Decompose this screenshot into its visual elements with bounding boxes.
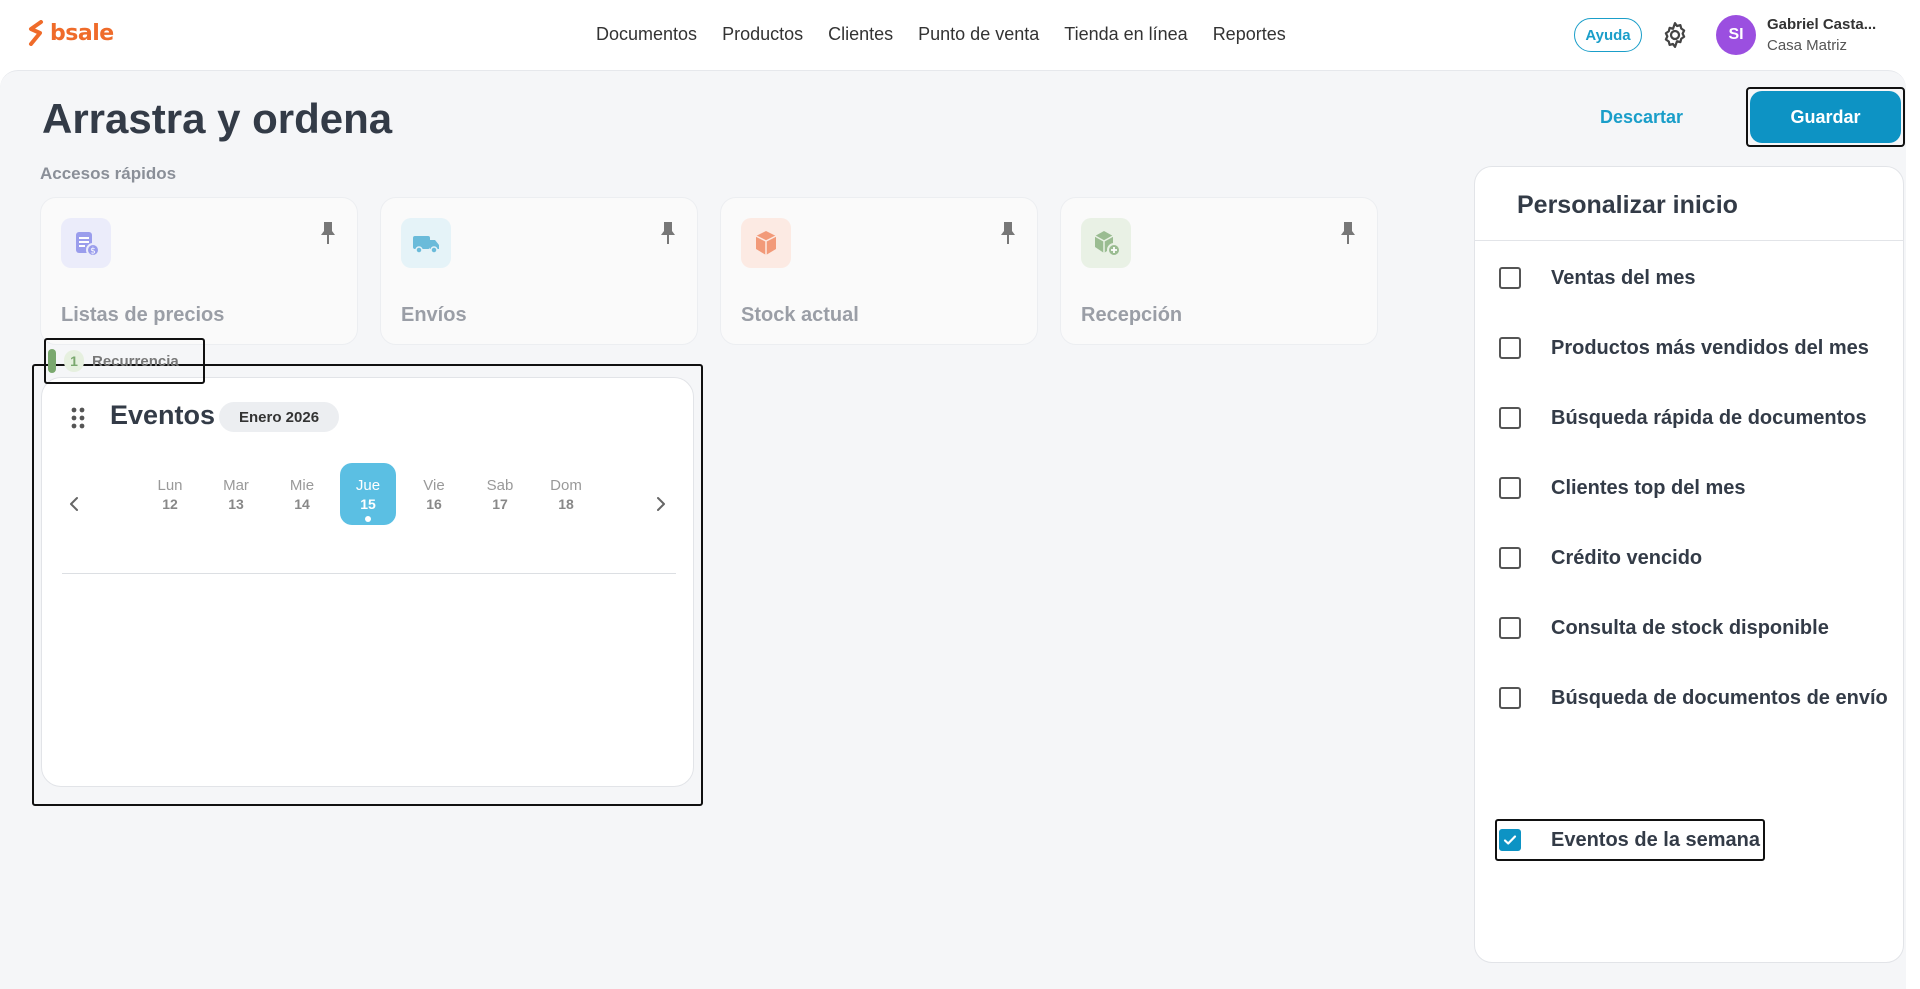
check-icon [1503,835,1517,845]
day-dom[interactable]: Dom 18 [538,463,594,525]
events-widget[interactable]: Eventos Enero 2026 Lun 12 Mar 13 Mie 14 … [41,377,694,787]
brand-name: bsale [50,20,114,46]
top-navigation-bar: bsale Documentos Productos Clientes Punt… [0,0,1920,70]
main-content: Arrastra y ordena Descartar Guardar Acce… [0,70,1906,989]
option-eventos-de-la-semana[interactable]: Eventos de la semana [1499,825,1760,855]
box-icon [741,218,791,268]
day-name: Dom [550,477,582,494]
panel-divider [1475,240,1903,241]
quick-access-label-price-lists: Listas de precios [61,304,225,326]
box-add-icon [1081,218,1131,268]
day-name: Vie [423,477,445,494]
checkbox[interactable] [1499,337,1521,359]
day-number: 14 [294,496,310,512]
nav-item-documentos[interactable]: Documentos [596,24,697,45]
quick-access-card-price-lists[interactable]: $ Listas de precios [40,197,358,345]
quick-access-card-reception[interactable]: Recepción [1060,197,1378,345]
events-title: Eventos [110,400,216,430]
checkbox[interactable] [1499,267,1521,289]
nav-item-clientes[interactable]: Clientes [828,24,893,45]
bsale-logo-icon [29,20,43,46]
option-label: Consulta de stock disponible [1551,616,1829,639]
day-number: 17 [492,496,508,512]
price-list-icon: $ [61,218,111,268]
event-count-badge: 1 [64,350,84,372]
event-name: Recurrencia [92,352,179,370]
month-badge: Enero 2026 [219,402,340,432]
nav-item-tienda-en-linea[interactable]: Tienda en línea [1064,24,1187,45]
pin-icon[interactable] [999,220,1017,246]
event-color-bar [48,349,56,373]
day-jue-selected[interactable]: Jue 15 [340,463,396,525]
main-nav: Documentos Productos Clientes Punto de v… [596,24,1286,45]
user-branch: Casa Matriz [1767,37,1848,54]
customize-home-panel: Personalizar inicio Ventas del mes Produ… [1474,166,1904,963]
panel-title: Personalizar inicio [1517,191,1738,219]
quick-access-card-current-stock[interactable]: Stock actual [720,197,1038,345]
day-number: 12 [162,496,178,512]
quick-access-label-reception: Recepción [1081,304,1183,326]
option-label: Eventos de la semana [1551,828,1760,851]
option-busqueda-documentos-envio[interactable]: Búsqueda de documentos de envío [1499,683,1888,713]
option-label: Ventas del mes [1551,266,1696,289]
avatar[interactable]: SI [1716,15,1756,55]
checkbox[interactable] [1499,407,1521,429]
pin-icon[interactable] [1339,220,1357,246]
truck-icon [401,218,451,268]
event-item-recurrencia[interactable]: 1 Recurrencia [48,342,179,380]
svg-text:$: $ [90,247,96,257]
day-mie[interactable]: Mie 14 [274,463,330,525]
nav-item-reportes[interactable]: Reportes [1213,24,1286,45]
checkbox[interactable] [1499,617,1521,639]
day-name: Mie [289,477,315,494]
option-label: Clientes top del mes [1551,476,1746,499]
chevron-right-icon[interactable] [651,494,671,514]
nav-item-productos[interactable]: Productos [722,24,803,45]
nav-item-punto-de-venta[interactable]: Punto de venta [918,24,1039,45]
day-name: Lun [157,477,183,494]
gear-icon[interactable] [1660,20,1690,50]
day-sab[interactable]: Sab 17 [472,463,528,525]
day-number: 15 [360,496,376,512]
quick-access-label-current-stock: Stock actual [741,304,859,326]
day-number: 18 [558,496,574,512]
help-button[interactable]: Ayuda [1574,18,1642,52]
quick-access-label: Accesos rápidos [40,164,177,183]
option-label: Crédito vencido [1551,546,1703,569]
option-consulta-stock[interactable]: Consulta de stock disponible [1499,613,1829,643]
day-mar[interactable]: Mar 13 [208,463,264,525]
option-label: Búsqueda de documentos de envío [1551,686,1888,709]
option-clientes-top[interactable]: Clientes top del mes [1499,473,1746,503]
chevron-left-icon[interactable] [64,494,84,514]
day-name: Jue [355,477,381,494]
drag-handle-icon[interactable] [70,406,86,430]
option-productos-mas-vendidos[interactable]: Productos más vendidos del mes [1499,333,1869,363]
option-busqueda-rapida-documentos[interactable]: Búsqueda rápida de documentos [1499,403,1867,433]
events-divider [62,573,676,574]
discard-button[interactable]: Descartar [1600,107,1683,128]
option-credito-vencido[interactable]: Crédito vencido [1499,543,1702,573]
checkbox[interactable] [1499,477,1521,499]
option-label: Productos más vendidos del mes [1551,336,1869,359]
pin-icon[interactable] [659,220,677,246]
checkbox[interactable] [1499,687,1521,709]
day-name: Mar [223,477,249,494]
page-title: Arrastra y ordena [42,95,393,142]
checkbox[interactable] [1499,547,1521,569]
day-lun[interactable]: Lun 12 [142,463,198,525]
save-button[interactable]: Guardar [1750,91,1901,143]
quick-access-card-shipments[interactable]: Envíos [380,197,698,345]
event-indicator-dot [365,516,371,522]
day-name: Sab [486,477,514,494]
option-label: Búsqueda rápida de documentos [1551,406,1867,429]
bsale-logo[interactable]: bsale [28,20,114,46]
day-number: 16 [426,496,442,512]
option-ventas-del-mes[interactable]: Ventas del mes [1499,263,1696,293]
pin-icon[interactable] [319,220,337,246]
day-number: 13 [228,496,244,512]
user-name[interactable]: Gabriel Casta... [1767,16,1876,33]
quick-access-label-shipments: Envíos [401,304,467,326]
checkbox-checked[interactable] [1499,829,1521,851]
day-vie[interactable]: Vie 16 [406,463,462,525]
